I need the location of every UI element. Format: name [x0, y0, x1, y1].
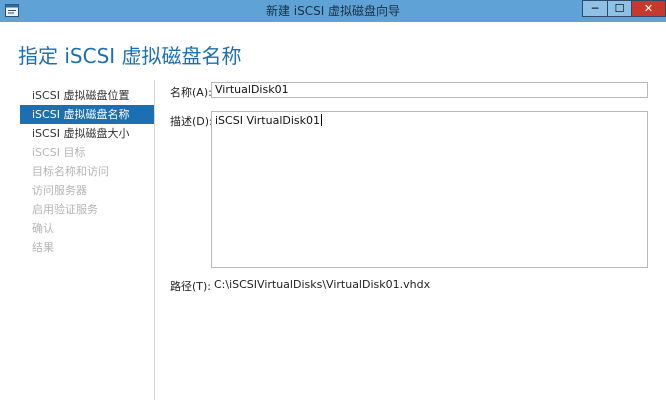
- description-label: 描述(D):: [170, 115, 213, 128]
- close-button[interactable]: ✕: [631, 0, 666, 17]
- name-input[interactable]: VirtualDisk01: [211, 82, 648, 98]
- nav-item-iscsi-target: iSCSI 目标: [32, 146, 86, 159]
- page-title: 指定 iSCSI 虚拟磁盘名称: [18, 44, 242, 68]
- wizard-body: 指定 iSCSI 虚拟磁盘名称 iSCSI 虚拟磁盘位置 iSCSI 虚拟磁盘名…: [0, 22, 666, 400]
- title-bar[interactable]: 新建 iSCSI 虚拟磁盘向导 ─ ☐ ✕: [0, 0, 666, 23]
- window-title: 新建 iSCSI 虚拟磁盘向导: [265, 4, 401, 18]
- nav-item-enable-auth: 启用验证服务: [32, 203, 98, 216]
- nav-divider: [154, 80, 155, 400]
- name-label: 名称(A):: [170, 86, 212, 99]
- text-caret: [321, 114, 323, 126]
- nav-item-disk-location[interactable]: iSCSI 虚拟磁盘位置: [20, 86, 154, 105]
- path-label: 路径(T):: [170, 280, 212, 293]
- nav-item-results: 结果: [32, 241, 54, 254]
- nav-item-target-name-access: 目标名称和访问: [32, 165, 109, 178]
- description-textarea[interactable]: iSCSI VirtualDisk01: [211, 111, 648, 268]
- nav-item-access-servers: 访问服务器: [32, 184, 87, 197]
- nav-item-disk-size[interactable]: iSCSI 虚拟磁盘大小: [20, 124, 154, 143]
- minimize-button[interactable]: ─: [582, 0, 608, 17]
- nav-item-confirmation: 确认: [32, 222, 54, 235]
- nav-item-disk-name[interactable]: iSCSI 虚拟磁盘名称: [20, 105, 154, 124]
- wizard-steps-nav: iSCSI 虚拟磁盘位置 iSCSI 虚拟磁盘名称 iSCSI 虚拟磁盘大小 i…: [20, 86, 154, 257]
- maximize-button[interactable]: ☐: [607, 0, 632, 17]
- description-text: iSCSI VirtualDisk01: [215, 114, 321, 127]
- path-value: C:\iSCSIVirtualDisks\VirtualDisk01.vhdx: [214, 278, 431, 291]
